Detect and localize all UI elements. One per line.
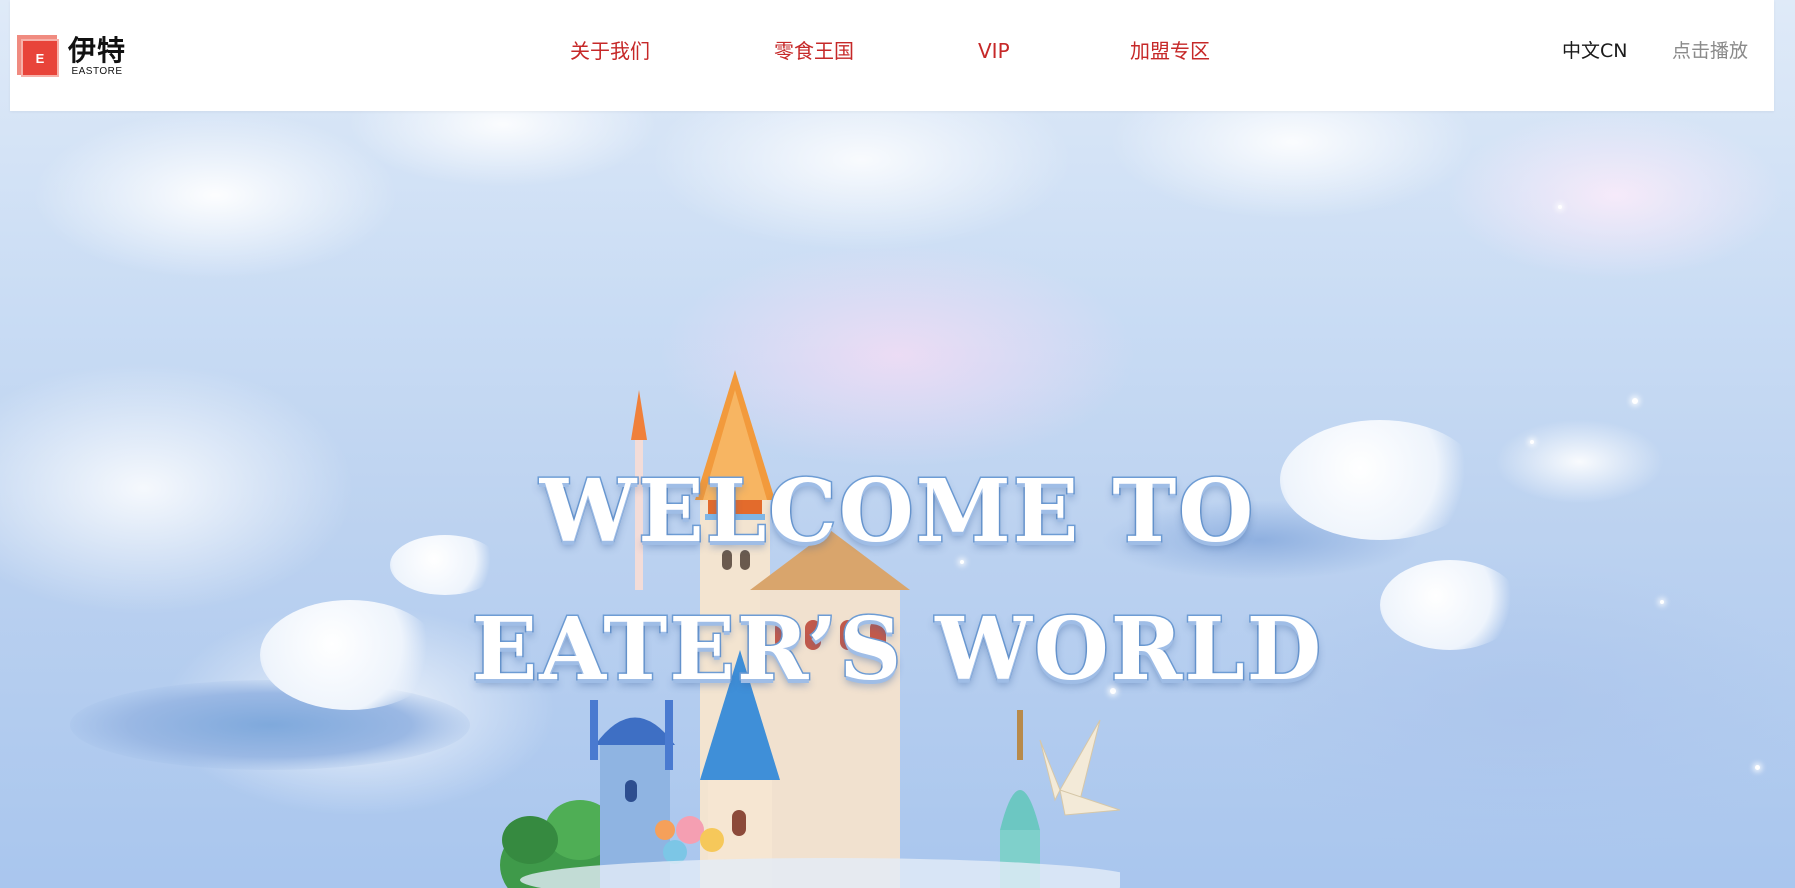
sparkle xyxy=(1530,440,1534,444)
page: WELCOME TO EATER’S WORLD E 伊特 EASTORE 关于… xyxy=(0,0,1795,888)
sparkle xyxy=(1755,765,1760,770)
top-header: E 伊特 EASTORE 关于我们 零食王国 VIP 加盟专区 中文CN 点击播… xyxy=(10,0,1774,111)
logo-name-cn: 伊特 xyxy=(68,34,127,67)
nav-item-vip[interactable]: VIP xyxy=(978,38,1010,64)
logo-text: 伊特 EASTORE xyxy=(68,36,126,78)
play-audio-button[interactable]: 点击播放 xyxy=(1672,38,1748,64)
logo-name-en: EASTORE xyxy=(71,66,123,77)
brand-logo[interactable]: E 伊特 EASTORE xyxy=(17,35,126,79)
logo-e-square-icon: E xyxy=(17,35,59,79)
nav-item-franchise[interactable]: 加盟专区 xyxy=(1130,38,1210,64)
hero-headline-line1: WELCOME TO xyxy=(538,460,1256,563)
logo-mark-letter: E xyxy=(21,39,59,77)
nav-item-snack-kingdom[interactable]: 零食王国 xyxy=(774,38,854,64)
hero-headline-line2: EATER’S WORLD xyxy=(470,598,1324,701)
nav-item-about-us[interactable]: 关于我们 xyxy=(570,38,650,64)
language-switch[interactable]: 中文CN xyxy=(1562,38,1627,64)
sparkle xyxy=(1558,205,1562,209)
sparkle xyxy=(1632,398,1638,404)
